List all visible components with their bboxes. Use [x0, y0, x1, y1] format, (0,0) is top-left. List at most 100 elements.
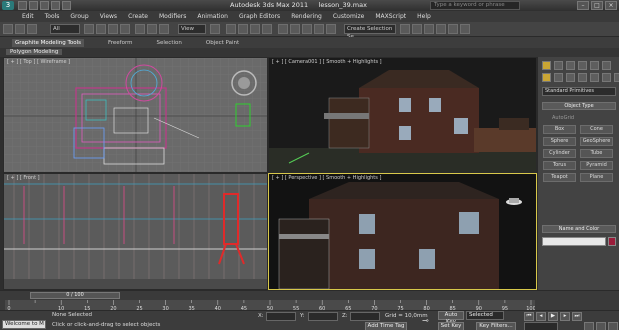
shapes-icon[interactable] — [554, 73, 563, 82]
current-frame-field[interactable] — [524, 322, 558, 330]
render-production-icon[interactable] — [460, 24, 470, 34]
graphite-toggle-icon[interactable] — [326, 24, 336, 34]
menu-tools[interactable]: Tools — [45, 13, 60, 20]
menu-help[interactable]: Help — [417, 13, 431, 20]
tab-graphite-modeling[interactable]: Graphite Modeling Tools — [12, 38, 85, 47]
viewport-top-label[interactable]: [ + ] [ Top ] [ Wireframe ] — [7, 59, 70, 65]
tab-selection[interactable]: Selection — [157, 40, 182, 46]
menu-views[interactable]: Views — [100, 13, 117, 20]
snap-toggle-icon[interactable] — [226, 24, 236, 34]
angle-snap-icon[interactable] — [238, 24, 248, 34]
time-slider[interactable]: 0 / 100 — [30, 292, 120, 299]
undo-icon[interactable] — [51, 1, 60, 10]
render-setup-icon[interactable] — [436, 24, 446, 34]
spinner-snap-icon[interactable] — [262, 24, 272, 34]
hierarchy-tab-icon[interactable] — [566, 61, 575, 70]
display-tab-icon[interactable] — [590, 61, 599, 70]
align-icon[interactable] — [302, 24, 312, 34]
key-filters-button[interactable]: Key Filters... — [476, 322, 516, 330]
schematic-view-icon[interactable] — [412, 24, 422, 34]
name-color-rollout[interactable]: Name and Color — [542, 225, 616, 233]
tab-freeform[interactable]: Freeform — [108, 40, 133, 46]
systems-icon[interactable] — [614, 73, 619, 82]
named-selection-dropdown[interactable]: Create Selection Se — [344, 24, 396, 40]
key-mode-dropdown[interactable]: Selected — [466, 311, 504, 320]
go-to-end-icon[interactable]: ⏭ — [572, 312, 582, 321]
set-key-button[interactable]: Set Key — [438, 322, 464, 330]
go-to-start-icon[interactable]: ⏮ — [524, 312, 534, 321]
menu-rendering[interactable]: Rendering — [291, 13, 322, 20]
play-icon[interactable]: ▶ — [548, 312, 558, 321]
previous-frame-icon[interactable]: ◂ — [536, 312, 546, 321]
tab-object-paint[interactable]: Object Paint — [206, 40, 239, 46]
sphere-button[interactable]: Sphere — [543, 137, 576, 146]
zoom-icon[interactable] — [584, 322, 594, 330]
z-coord-field[interactable] — [350, 312, 380, 321]
redo-toolbar-icon[interactable] — [15, 24, 25, 34]
viewport-camera[interactable]: [ + ] [ Camera001 ] [ Smooth + Highlight… — [268, 57, 537, 173]
next-frame-icon[interactable]: ▸ — [560, 312, 570, 321]
menu-group[interactable]: Group — [70, 13, 88, 20]
material-editor-icon[interactable] — [424, 24, 434, 34]
cone-button[interactable]: Cone — [580, 125, 613, 134]
menu-modifiers[interactable]: Modifiers — [159, 13, 186, 20]
viewport-top[interactable]: [ + ] [ Top ] [ Wireframe ] — [3, 57, 268, 173]
plane-button[interactable]: Plane — [580, 173, 613, 182]
orbit-icon[interactable] — [596, 322, 606, 330]
menu-create[interactable]: Create — [128, 13, 148, 20]
geosphere-button[interactable]: GeoSphere — [580, 137, 613, 146]
search-input[interactable]: Type a keyword or phrase — [430, 1, 520, 10]
viewport-front[interactable]: [ + ] [ Front ] — [3, 173, 268, 290]
object-color-swatch[interactable] — [608, 237, 616, 246]
viewport-perspective-label[interactable]: [ + ] [ Perspective ] [ Smooth + Highlig… — [272, 175, 381, 181]
menu-graph-editors[interactable]: Graph Editors — [239, 13, 280, 20]
box-button[interactable]: Box — [543, 125, 576, 134]
motion-tab-icon[interactable] — [578, 61, 587, 70]
redo-icon[interactable] — [62, 1, 71, 10]
maximize-viewport-icon[interactable] — [608, 322, 618, 330]
tube-button[interactable]: Tube — [580, 149, 613, 158]
rotate-icon[interactable] — [147, 24, 157, 34]
new-file-icon[interactable] — [18, 1, 27, 10]
curve-editor-icon[interactable] — [400, 24, 410, 34]
geometry-icon[interactable] — [542, 73, 551, 82]
utilities-tab-icon[interactable] — [602, 61, 611, 70]
lights-icon[interactable] — [566, 73, 575, 82]
object-type-rollout[interactable]: Object Type — [542, 102, 616, 110]
mirror-icon[interactable] — [290, 24, 300, 34]
primitive-category-dropdown[interactable]: Standard Primitives — [542, 87, 616, 96]
layer-manager-icon[interactable] — [314, 24, 324, 34]
close-icon[interactable]: × — [605, 1, 617, 10]
menu-edit[interactable]: Edit — [22, 13, 34, 20]
select-object-icon[interactable] — [84, 24, 94, 34]
selection-filter-dropdown[interactable]: All — [50, 24, 80, 34]
object-name-field[interactable] — [542, 237, 606, 246]
window-crossing-icon[interactable] — [120, 24, 130, 34]
modify-tab-icon[interactable] — [554, 61, 563, 70]
polygon-modeling-tab[interactable]: Polygon Modeling — [6, 49, 63, 55]
undo-toolbar-icon[interactable] — [3, 24, 13, 34]
helpers-icon[interactable] — [590, 73, 599, 82]
cameras-icon[interactable] — [578, 73, 587, 82]
move-icon[interactable] — [135, 24, 145, 34]
key-icon[interactable]: ⊸ — [422, 316, 429, 325]
select-by-name-icon[interactable] — [96, 24, 106, 34]
open-file-icon[interactable] — [29, 1, 38, 10]
menu-customize[interactable]: Customize — [333, 13, 365, 20]
link-icon[interactable] — [27, 24, 37, 34]
auto-key-button[interactable]: Auto Key — [438, 311, 464, 325]
viewport-perspective[interactable]: [ + ] [ Perspective ] [ Smooth + Highlig… — [268, 173, 537, 290]
scale-icon[interactable] — [159, 24, 169, 34]
minimize-icon[interactable]: – — [577, 1, 589, 10]
pivot-icon[interactable] — [210, 24, 220, 34]
rendered-frame-icon[interactable] — [448, 24, 458, 34]
percent-snap-icon[interactable] — [250, 24, 260, 34]
create-tab-icon[interactable] — [542, 61, 551, 70]
space-warps-icon[interactable] — [602, 73, 611, 82]
torus-button[interactable]: Torus — [543, 161, 576, 170]
rect-selection-icon[interactable] — [108, 24, 118, 34]
viewport-front-label[interactable]: [ + ] [ Front ] — [7, 175, 40, 181]
reference-coord-dropdown[interactable]: View — [178, 24, 206, 34]
menu-maxscript[interactable]: MAXScript — [375, 13, 406, 20]
cylinder-button[interactable]: Cylinder — [543, 149, 576, 158]
